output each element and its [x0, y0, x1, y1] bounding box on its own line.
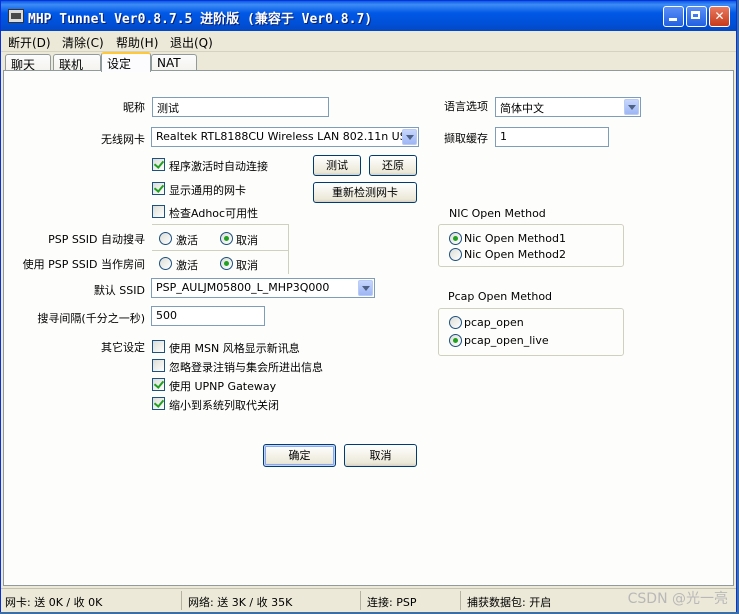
language-label: 语言选项	[444, 100, 488, 113]
tab-chat[interactable]: 聊天	[5, 54, 51, 72]
minimize-tray-checkbox[interactable]	[152, 397, 165, 410]
pcap-method-title: Pcap Open Method	[448, 290, 553, 303]
nic-method-title: NIC Open Method	[449, 207, 546, 220]
restore-button[interactable]: 还原	[369, 155, 417, 176]
adapter-label: 无线网卡	[101, 133, 145, 146]
default-ssid-label: 默认 SSID	[93, 284, 145, 297]
tab-nat[interactable]: NAT	[151, 54, 197, 71]
language-select-value: 简体中文	[500, 102, 544, 115]
ssid-autosearch-label: PSP SSID 自动搜寻	[48, 233, 145, 246]
pcap-open-label: pcap_open	[464, 316, 524, 329]
close-button[interactable]: ✕	[709, 6, 730, 27]
title-bar[interactable]: MHP Tunnel Ver0.8.7.5 进阶版 (兼容于 Ver0.8.7)…	[1, 1, 736, 31]
status-connection: 连接: PSP	[363, 591, 461, 610]
msn-style-label: 使用 MSN 风格显示新讯息	[169, 342, 300, 355]
minimize-button[interactable]	[663, 6, 684, 27]
upnp-label: 使用 UPNP Gateway	[169, 380, 277, 393]
menu-clear[interactable]: 清除(C)	[62, 34, 104, 51]
ignore-login-checkbox[interactable]	[152, 359, 165, 372]
show-common-checkbox[interactable]	[152, 182, 165, 195]
ssid-room-on-radio[interactable]	[159, 257, 172, 270]
maximize-button[interactable]	[686, 6, 707, 27]
menu-disconnect[interactable]: 断开(D)	[8, 34, 51, 51]
status-network: 网络: 送 3K / 收 35K	[184, 591, 361, 610]
msn-style-checkbox[interactable]	[152, 340, 165, 353]
status-bar: 网卡: 送 0K / 收 0K 网络: 送 3K / 收 35K 连接: PSP…	[1, 588, 736, 612]
menu-help[interactable]: 帮助(H)	[116, 34, 158, 51]
ssid-autosearch-off-label: 取消	[236, 234, 258, 247]
chevron-down-icon[interactable]	[624, 99, 639, 115]
ssid-room-label: 使用 PSP SSID 当作房间	[22, 258, 145, 271]
check-adhoc-label: 检查Adhoc可用性	[169, 207, 259, 220]
language-select[interactable]: 简体中文	[495, 97, 641, 117]
capture-cache-label: 撷取缓存	[444, 132, 488, 145]
status-nic: 网卡: 送 0K / 收 0K	[1, 591, 182, 610]
pcap-open-live-label: pcap_open_live	[464, 334, 549, 347]
tab-online[interactable]: 联机	[53, 54, 101, 72]
nickname-label: 昵称	[123, 101, 145, 114]
auto-connect-checkbox[interactable]	[152, 158, 165, 171]
check-adhoc-checkbox[interactable]	[152, 205, 165, 218]
chevron-down-icon[interactable]	[358, 280, 373, 296]
upnp-checkbox[interactable]	[152, 378, 165, 391]
ssid-room-off-label: 取消	[236, 259, 258, 272]
menu-bar: 断开(D) 清除(C) 帮助(H) 退出(Q)	[1, 31, 736, 52]
default-ssid-select[interactable]: PSP_AULJM05800_L_MHP3Q000	[151, 278, 375, 298]
pcap-open-live-radio[interactable]	[449, 334, 462, 347]
other-settings-label: 其它设定	[101, 341, 145, 354]
nic-method2-radio[interactable]	[449, 248, 462, 261]
capture-cache-input[interactable]: 1	[495, 127, 609, 147]
default-ssid-value: PSP_AULJM05800_L_MHP3Q000	[156, 281, 330, 294]
app-window: MHP Tunnel Ver0.8.7.5 进阶版 (兼容于 Ver0.8.7)…	[0, 0, 737, 612]
ssid-room-off-radio[interactable]	[220, 257, 233, 270]
show-common-label: 显示通用的网卡	[169, 184, 246, 197]
pcap-open-radio[interactable]	[449, 316, 462, 329]
ssid-room-on-label: 激活	[176, 259, 198, 272]
app-icon	[8, 9, 24, 23]
ssid-autosearch-on-radio[interactable]	[159, 232, 172, 245]
settings-panel: 昵称 测试 无线网卡 Realtek RTL8188CU Wireless LA…	[3, 70, 734, 586]
minimize-tray-label: 缩小到系统列取代关闭	[169, 399, 279, 412]
auto-connect-label: 程序激活时自动连接	[169, 160, 268, 173]
ignore-login-label: 忽略登录注销与集会所进出信息	[169, 361, 323, 374]
redetect-button[interactable]: 重新检测网卡	[313, 182, 417, 203]
watermark: CSDN @光一亮	[627, 591, 728, 607]
ssid-autosearch-on-label: 激活	[176, 234, 198, 247]
window-title: MHP Tunnel Ver0.8.7.5 进阶版 (兼容于 Ver0.8.7)	[28, 12, 373, 27]
tab-settings[interactable]: 设定	[101, 52, 151, 72]
chevron-down-icon[interactable]	[402, 129, 417, 145]
nic-method2-label: Nic Open Method2	[464, 248, 566, 261]
search-interval-input[interactable]: 500	[151, 306, 265, 326]
ssid-autosearch-off-radio[interactable]	[220, 232, 233, 245]
cancel-button[interactable]: 取消	[344, 444, 417, 467]
nic-method1-label: Nic Open Method1	[464, 232, 566, 245]
nic-method1-radio[interactable]	[449, 232, 462, 245]
adapter-select-value: Realtek RTL8188CU Wireless LAN 802.11n U…	[156, 130, 419, 143]
adapter-select[interactable]: Realtek RTL8188CU Wireless LAN 802.11n U…	[151, 127, 419, 147]
menu-exit[interactable]: 退出(Q)	[170, 34, 213, 51]
ok-button[interactable]: 确定	[263, 444, 336, 467]
test-button[interactable]: 测试	[313, 155, 361, 176]
search-interval-label: 搜寻间隔(千分之一秒)	[37, 312, 145, 325]
nickname-input[interactable]: 测试	[152, 97, 329, 117]
